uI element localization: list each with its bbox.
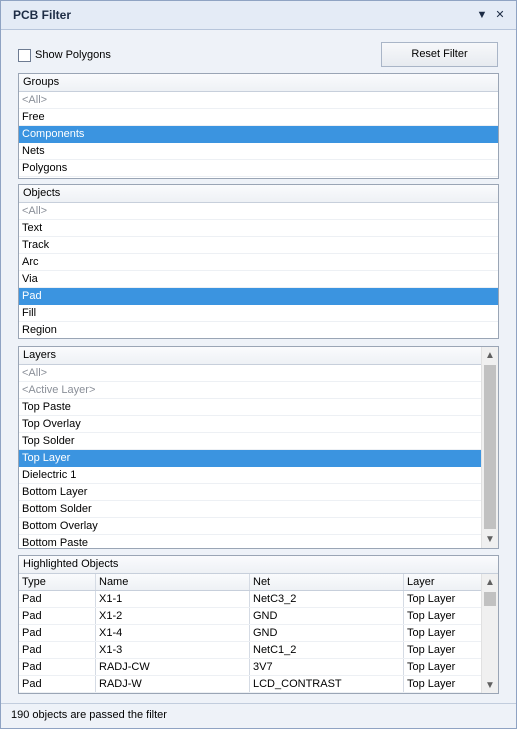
cell-layer: Top Layer [407, 627, 456, 639]
reset-filter-button[interactable]: Reset Filter [381, 42, 498, 67]
table-row[interactable]: Pad RADJ-W LCD_CONTRAST Top Layer [19, 676, 481, 693]
table-row[interactable]: Pad X1-1 NetC3_2 Top Layer [19, 591, 481, 608]
object-item[interactable]: Text [19, 220, 498, 237]
scroll-up-icon[interactable]: ▲ [482, 574, 498, 591]
table-row[interactable]: Pad X1-3 NetC1_2 Top Layer [19, 642, 481, 659]
highlighted-scrollbar[interactable]: ▲ ▼ [481, 574, 498, 693]
column-header-net[interactable]: Net [250, 574, 404, 590]
cell-layer: Top Layer [407, 610, 456, 622]
show-polygons-option[interactable]: Show Polygons [18, 47, 111, 63]
layer-item[interactable]: Bottom Solder [19, 501, 481, 518]
layers-header: Layers [19, 347, 498, 365]
layer-item[interactable]: <Active Layer> [19, 382, 481, 399]
layer-item[interactable]: <All> [19, 365, 481, 382]
close-icon[interactable]: ✕ [493, 8, 507, 22]
objects-header: Objects [19, 185, 498, 203]
cell-name: RADJ-CW [96, 659, 250, 675]
column-header-type[interactable]: Type [19, 574, 96, 590]
group-item[interactable]: Free [19, 109, 498, 126]
object-item[interactable]: Via [19, 271, 498, 288]
layer-item[interactable]: Bottom Paste [19, 535, 481, 548]
table-row[interactable]: Pad RADJ-CW 3V7 Top Layer [19, 659, 481, 676]
cell-net: NetC3_2 [250, 591, 404, 607]
layers-list: Layers <All> <Active Layer> Top Paste To… [18, 346, 499, 549]
table-row[interactable]: Pad X1-2 GND Top Layer [19, 608, 481, 625]
object-item[interactable]: Fill [19, 305, 498, 322]
table-header-row: Type Name Net Layer [19, 574, 481, 591]
cell-name: X1-4 [96, 625, 250, 641]
panel-title: PCB Filter [13, 8, 72, 22]
cell-layer: Top Layer [407, 593, 456, 605]
cell-type: Pad [19, 608, 96, 624]
object-item[interactable]: Pad [19, 288, 498, 305]
object-item[interactable]: Arc [19, 254, 498, 271]
object-item[interactable]: <All> [19, 203, 498, 220]
cell-type: Pad [19, 625, 96, 641]
highlighted-table-area: Type Name Net Layer Pad X1-1 NetC3_2 Top… [19, 574, 481, 693]
cell-name: X1-3 [96, 642, 250, 658]
table-row[interactable]: Pad X1-4 GND Top Layer [19, 625, 481, 642]
cell-type: Pad [19, 676, 96, 692]
highlighted-objects-table: Highlighted Objects Type Name Net Layer … [18, 555, 499, 694]
layer-item[interactable]: Top Overlay [19, 416, 481, 433]
layer-item[interactable]: Bottom Overlay [19, 518, 481, 535]
group-item[interactable]: <All> [19, 92, 498, 109]
cell-name: X1-2 [96, 608, 250, 624]
object-item[interactable]: Track [19, 237, 498, 254]
group-item[interactable]: Nets [19, 143, 498, 160]
layers-scrollbar[interactable]: ▲ ▼ [481, 347, 498, 548]
layer-item[interactable]: Bottom Layer [19, 484, 481, 501]
scroll-thumb[interactable] [484, 365, 496, 529]
title-bar: PCB Filter ▼ ✕ [1, 1, 516, 30]
cell-net: LCD_CONTRAST [250, 676, 404, 692]
cell-type: Pad [19, 659, 96, 675]
cell-type: Pad [19, 642, 96, 658]
object-item[interactable]: Region [19, 322, 498, 338]
scroll-down-icon[interactable]: ▼ [482, 677, 498, 693]
groups-list: Groups <All> Free Components Nets Polygo… [18, 73, 499, 179]
column-header-name[interactable]: Name [96, 574, 250, 590]
cell-net: GND [250, 625, 404, 641]
scroll-thumb[interactable] [484, 592, 496, 606]
cell-layer: Top Layer [407, 661, 456, 673]
pcb-filter-panel: PCB Filter ▼ ✕ Show Polygons Reset Filte… [0, 0, 517, 729]
highlighted-header: Highlighted Objects [19, 556, 498, 574]
scroll-down-icon[interactable]: ▼ [482, 531, 498, 548]
scroll-up-icon[interactable]: ▲ [482, 347, 498, 364]
group-item[interactable]: Components [19, 126, 498, 143]
layer-item[interactable]: Top Layer [19, 450, 481, 467]
cell-layer: Top Layer [407, 644, 456, 656]
cell-net: NetC1_2 [250, 642, 404, 658]
cell-name: X1-1 [96, 591, 250, 607]
layers-list-area: <All> <Active Layer> Top Paste Top Overl… [19, 365, 481, 548]
cell-layer: Top Layer [407, 678, 456, 690]
status-bar: 190 objects are passed the filter [1, 703, 516, 728]
layer-item[interactable]: Top Solder [19, 433, 481, 450]
cell-name: RADJ-W [96, 676, 250, 692]
layer-item[interactable]: Top Paste [19, 399, 481, 416]
cell-net: 3V7 [250, 659, 404, 675]
group-item[interactable]: Polygons [19, 160, 498, 177]
show-polygons-checkbox[interactable] [18, 48, 31, 62]
cell-net: GND [250, 608, 404, 624]
cell-type: Pad [19, 591, 96, 607]
layer-item[interactable]: Dielectric 1 [19, 467, 481, 484]
column-header-layer[interactable]: Layer [404, 574, 481, 590]
groups-header: Groups [19, 74, 498, 92]
objects-list: Objects <All> Text Track Arc Via Pad Fil… [18, 184, 499, 339]
dropdown-arrow-icon[interactable]: ▼ [475, 8, 489, 22]
show-polygons-label: Show Polygons [35, 49, 111, 61]
